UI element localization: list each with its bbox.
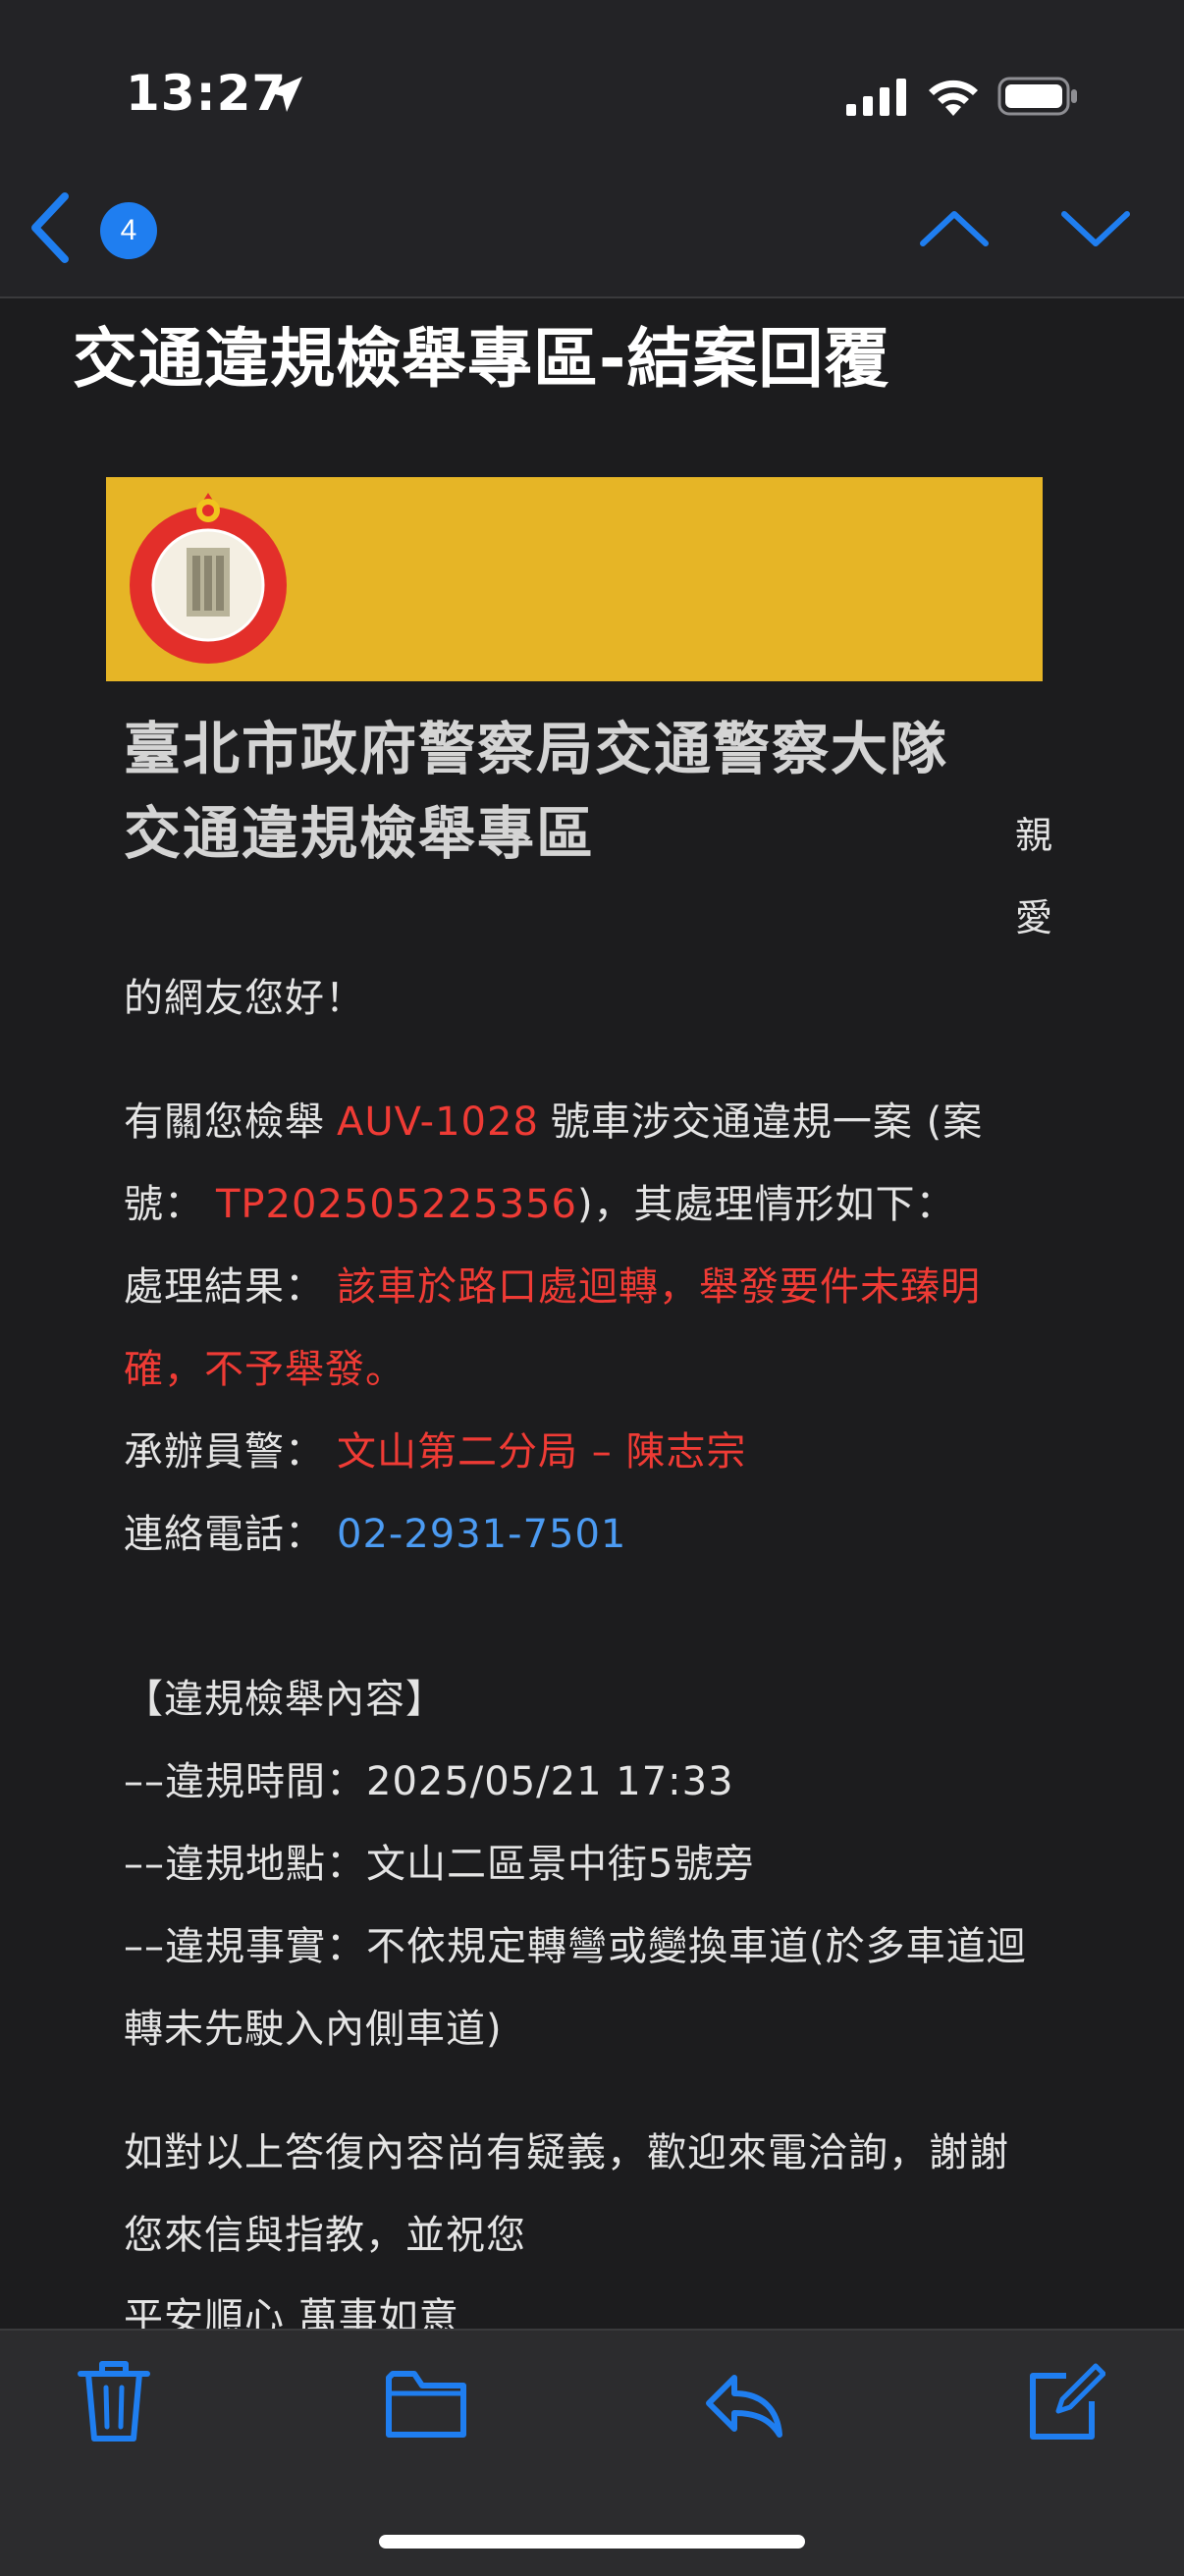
location-arrow-icon — [267, 77, 302, 112]
violation-fact: ––違規事實：不依規定轉彎或變換車道(於多車道迴 — [124, 1924, 1027, 1969]
reply-icon[interactable] — [703, 2358, 785, 2444]
phone-link[interactable]: 02-2931-7501 — [337, 1512, 626, 1557]
text: 號： — [124, 1182, 204, 1227]
body-line: 號： TP202505225356)，其處理情形如下： — [124, 1172, 956, 1229]
section-title: 【違規檢舉內容】 — [124, 1677, 446, 1722]
closing-text: 您來信與指教，並祝您 — [124, 2213, 526, 2258]
police-emblem-logo — [130, 493, 287, 664]
closing-text: 如對以上答復內容尚有疑義，歡迎來電洽詢，謝謝 — [124, 2130, 1009, 2175]
folder-icon[interactable] — [385, 2358, 467, 2444]
organization-title: 臺北市政府警察局交通警察大隊 — [124, 716, 949, 782]
header-banner — [106, 477, 1043, 681]
home-indicator — [379, 2535, 805, 2549]
phone-label: 連絡電話： — [124, 1512, 325, 1557]
officer-label: 承辦員警： — [124, 1429, 325, 1475]
text: )，其處理情形如下： — [576, 1182, 956, 1227]
greeting-text: 的網友您好！ — [124, 976, 365, 1021]
unread-count-badge: 4 — [100, 202, 157, 259]
result-text: 確，不予舉發。 — [124, 1347, 405, 1392]
case-number: TP202505225356 — [216, 1182, 577, 1227]
text: 號車涉交通違規一案 (案 — [550, 1100, 984, 1145]
violation-place: ––違規地點：文山二區景中街5號旁 — [124, 1842, 755, 1887]
chevron-up-icon[interactable] — [917, 204, 992, 253]
greeting-char: 愛 — [1015, 896, 1053, 939]
result-text: 該車於路口處迴轉，舉發要件未臻明 — [337, 1264, 981, 1310]
wifi-icon — [929, 80, 978, 116]
violation-time: ––違規時間：2025/05/21 17:33 — [124, 1759, 734, 1804]
plate-number: AUV-1028 — [337, 1100, 539, 1145]
text: 有關您檢舉 — [124, 1100, 325, 1145]
battery-icon — [997, 77, 1077, 116]
navigation-bar — [0, 187, 1184, 298]
organization-subtitle: 交通違規檢舉專區 — [124, 800, 596, 867]
trash-icon[interactable] — [73, 2358, 155, 2444]
email-subject: 交通違規檢舉專區-結案回覆 — [73, 321, 890, 397]
body-line: 有關您檢舉 AUV-1028 號車涉交通違規一案 (案 — [124, 1090, 983, 1147]
body-line: 承辦員警： 文山第二分局 – 陳志宗 — [124, 1420, 746, 1476]
body-line: 連絡電話： 02-2931-7501 — [124, 1502, 626, 1559]
greeting-char: 親 — [1015, 814, 1053, 857]
violation-fact: 轉未先駛入內側車道) — [124, 2007, 503, 2052]
cellular-signal-icon — [846, 79, 906, 116]
chevron-down-icon[interactable] — [1058, 204, 1133, 253]
compose-icon[interactable] — [1023, 2358, 1105, 2444]
body-line: 處理結果： 該車於路口處迴轉，舉發要件未臻明 — [124, 1255, 981, 1312]
chevron-left-icon[interactable] — [22, 188, 81, 267]
result-label: 處理結果： — [124, 1264, 325, 1310]
officer-value: 文山第二分局 – 陳志宗 — [337, 1429, 747, 1475]
